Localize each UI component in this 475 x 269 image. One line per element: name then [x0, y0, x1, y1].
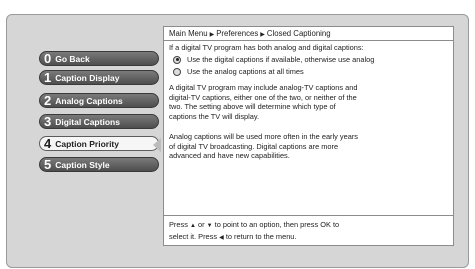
menu-item-label: Analog Captions [55, 95, 123, 106]
help-line-2: select it. Press ◀ to return to the menu… [169, 232, 448, 244]
down-triangle-icon: ▼ [206, 223, 213, 229]
tv-screen: 0 Go Back 1 Caption Display 2 Analog Cap… [0, 0, 475, 269]
breadcrumb-item: Main Menu [169, 29, 208, 38]
menu-item-number: 1 [44, 70, 52, 85]
help-text: or [197, 220, 205, 229]
help-footer: Press ▲ or ▼ to point to an option, then… [164, 215, 453, 245]
breadcrumb-item: Closed Captioning [266, 29, 331, 38]
menu-item-number: 2 [44, 93, 52, 108]
description-paragraph-1: A digital TV program may include analog-… [169, 83, 451, 121]
selection-pointer-icon [153, 138, 161, 152]
menu-item-label: Digital Captions [55, 116, 120, 127]
left-triangle-icon: ◀ [219, 234, 224, 241]
help-text: to return to the menu. [225, 231, 297, 241]
menu-item-caption-style[interactable]: 5 Caption Style [39, 157, 159, 172]
right-triangle-icon: ▶ [260, 32, 265, 38]
menu-item-label: Go Back [55, 53, 90, 64]
description-line: advanced and have new capabilities. [169, 151, 290, 161]
help-text: select it. Press [169, 231, 218, 241]
menu-item-caption-priority[interactable]: 4 Caption Priority [39, 136, 159, 151]
right-triangle-icon: ▶ [209, 32, 215, 38]
description-line: two. The setting above will determine wh… [169, 102, 336, 112]
radio-unselected-icon[interactable] [173, 67, 181, 76]
description-line: captions the TV will display. [169, 111, 260, 121]
option-use-analog[interactable]: Use the analog captions at all times [173, 67, 453, 77]
radio-selected-icon[interactable] [173, 55, 181, 64]
help-text: Press [169, 220, 188, 229]
caption-priority-panel: Main Menu ▶ Preferences ▶ Closed Captioning … [163, 26, 454, 246]
menu-item-analog-captions[interactable]: 2 Analog Captions [39, 93, 159, 108]
menu-item-digital-captions[interactable]: 3 Digital Captions [39, 114, 159, 129]
menu-item-go-back[interactable]: 0 Go Back [39, 51, 159, 66]
menu-item-number: 5 [44, 157, 52, 172]
menu-item-label: Caption Priority [55, 138, 119, 149]
description-line: A digital TV program may include analog-… [169, 83, 358, 92]
menu-item-label: Caption Display [55, 72, 120, 83]
option-label: Use the analog captions at all times [187, 67, 304, 76]
breadcrumb: Main Menu ▶ Preferences ▶ Closed Captioning [164, 27, 453, 41]
up-triangle-icon: ▲ [189, 223, 196, 229]
menu-item-number: 4 [44, 136, 52, 151]
option-label: Use the digital captions if available, o… [187, 55, 375, 64]
description-line: Analog captions will be used more often … [169, 132, 358, 141]
help-text: to point to an option, then press OK to [214, 220, 340, 229]
menu-item-number: 3 [44, 114, 52, 129]
option-use-digital[interactable]: Use the digital captions if available, o… [173, 55, 453, 65]
description-paragraph-2: Analog captions will be used more often … [169, 132, 451, 161]
question-text: If a digital TV program has both analog … [169, 43, 364, 52]
breadcrumb-item: Preferences [216, 29, 259, 38]
menu-item-caption-display[interactable]: 1 Caption Display [39, 70, 159, 85]
menu-item-label: Caption Style [55, 159, 110, 170]
help-line-1: Press ▲ or ▼ to point to an option, then… [169, 220, 448, 232]
description-line: of digital TV broadcasting. Digital capt… [169, 141, 339, 151]
menu-item-number: 0 [44, 51, 52, 66]
description-line: digital-TV captions, either one of the t… [169, 92, 357, 102]
